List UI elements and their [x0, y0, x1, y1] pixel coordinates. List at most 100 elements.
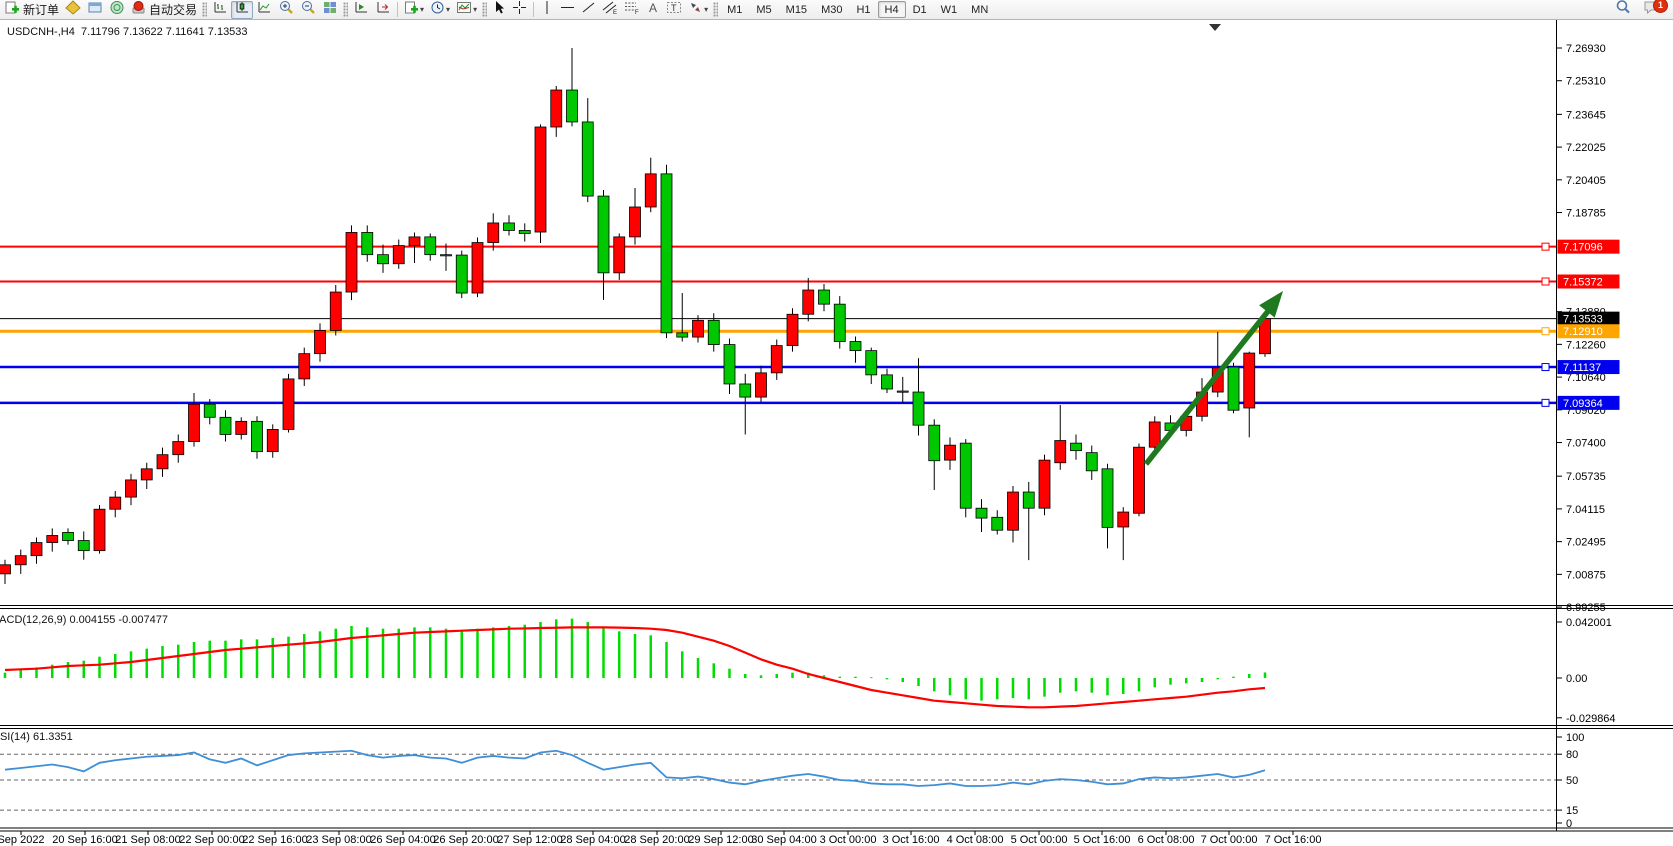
bullish-candle [315, 330, 326, 353]
line-handle[interactable] [1542, 364, 1549, 371]
bearish-candle [724, 345, 735, 384]
periods-button[interactable]: ▾ [427, 1, 453, 19]
line-handle[interactable] [1542, 278, 1549, 285]
bullish-candle [787, 314, 798, 345]
data-window-button[interactable] [84, 1, 106, 19]
date-axis: Sep 202220 Sep 16:0021 Sep 08:0022 Sep 0… [0, 831, 1321, 846]
macd-histogram-bar [1154, 678, 1157, 687]
bearish-candle [834, 304, 845, 341]
timeframe-button-h1[interactable]: H1 [849, 1, 877, 18]
timeframe-button-m30[interactable]: M30 [814, 1, 849, 18]
rsi-indicator-label: RSI(14) 61.3351 [0, 731, 73, 743]
market-watch-button[interactable] [62, 1, 84, 19]
auto-scroll-button[interactable] [350, 1, 372, 19]
timeframe-button-mn[interactable]: MN [964, 1, 995, 18]
navigator-button[interactable] [106, 1, 128, 19]
timeframe-button-w1[interactable]: W1 [934, 1, 965, 18]
svg-text:30 Sep 04:00: 30 Sep 04:00 [751, 834, 816, 846]
svg-text:7.05735: 7.05735 [1566, 471, 1606, 483]
bullish-candle [330, 292, 341, 330]
zoom-in-button[interactable] [275, 1, 297, 19]
templates-icon [404, 0, 419, 20]
bearish-candle [1228, 367, 1239, 410]
bullish-candle [630, 207, 641, 237]
line-handle[interactable] [1542, 243, 1549, 250]
bearish-candle [220, 417, 231, 434]
svg-text:15: 15 [1566, 805, 1578, 817]
macd-histogram-bar [902, 678, 905, 682]
svg-text:7.25310: 7.25310 [1566, 76, 1606, 88]
svg-text:29 Sep 12:00: 29 Sep 12:00 [688, 834, 753, 846]
timeframe-button-d1[interactable]: D1 [906, 1, 934, 18]
macd-histogram-bar [587, 622, 590, 678]
toolbar-grip [482, 2, 487, 17]
macd-histogram-bar [602, 627, 605, 678]
new-order-label: 新订单 [23, 1, 59, 18]
timeframe-button-m15[interactable]: M15 [779, 1, 814, 18]
trend-arrow-annotation[interactable] [1146, 291, 1283, 464]
macd-pane: 0.0420010.00-0.029864 [4, 617, 1616, 725]
line-handle[interactable] [1542, 328, 1549, 335]
zoom-out-icon [300, 0, 316, 20]
toolbar-grip [343, 2, 348, 17]
macd-histogram-bar [839, 677, 842, 678]
bearish-candle [677, 333, 688, 337]
horizontal-line-tool-button[interactable] [557, 1, 578, 19]
macd-indicator-label: MACD(12,26,9) 0.004155 -0.007477 [0, 614, 168, 626]
candlestick-chart-button[interactable] [231, 1, 253, 19]
autotrading-button[interactable]: 自动交易 [128, 1, 200, 19]
bearish-candle [661, 174, 672, 333]
notifications-button[interactable]: 1 [1640, 1, 1663, 19]
svg-text:7.07400: 7.07400 [1566, 438, 1606, 450]
bullish-candle [1055, 441, 1066, 463]
vertical-line-tool-button[interactable] [537, 1, 557, 19]
trendline-tool-button[interactable] [578, 1, 599, 19]
macd-histogram-bar [209, 641, 212, 678]
svg-text:7.02495: 7.02495 [1566, 537, 1606, 549]
macd-histogram-bar [83, 661, 86, 678]
timeframe-button-m1[interactable]: M1 [720, 1, 749, 18]
timeframe-button-m5[interactable]: M5 [749, 1, 778, 18]
search-button[interactable] [1612, 1, 1634, 19]
bearish-candle [378, 255, 389, 264]
svg-text:7.00875: 7.00875 [1566, 569, 1606, 581]
timeframe-button-h4[interactable]: H4 [878, 1, 906, 18]
line-chart-button[interactable] [253, 1, 275, 19]
crosshair-button[interactable] [509, 1, 530, 19]
macd-histogram-bar [524, 625, 527, 678]
chart-shift-button[interactable] [372, 1, 394, 19]
fibonacci-tool-button[interactable]: F [621, 1, 643, 19]
macd-histogram-bar [350, 626, 353, 678]
macd-histogram-bar [1028, 678, 1031, 699]
macd-histogram-bar [870, 677, 873, 678]
templates-button[interactable]: ▾ [401, 1, 427, 19]
tile-windows-button[interactable] [319, 1, 341, 19]
bullish-candle [945, 445, 956, 460]
data-window-icon [87, 0, 103, 20]
chart-area[interactable]: 7.269307.253107.236457.220257.204057.187… [0, 0, 1673, 846]
svg-text:80: 80 [1566, 749, 1578, 761]
text-tool-button[interactable]: A [643, 1, 663, 19]
macd-histogram-bar [335, 629, 338, 678]
bar-chart-button[interactable] [209, 1, 231, 19]
indicators-button[interactable]: ▾ [453, 1, 480, 19]
cursor-button[interactable] [489, 1, 509, 19]
zoom-out-button[interactable] [297, 1, 319, 19]
channel-tool-button[interactable]: E [599, 1, 621, 19]
bearish-candle [456, 255, 467, 293]
line-handle[interactable] [1542, 399, 1549, 406]
macd-histogram-bar [1059, 678, 1062, 693]
chart-shift-marker[interactable] [1209, 24, 1221, 31]
line-chart-icon [256, 0, 272, 20]
svg-text:6.99255: 6.99255 [1566, 602, 1606, 614]
shapes-button[interactable]: ▾ [685, 1, 711, 19]
label-tool-button[interactable]: T [663, 1, 685, 19]
svg-text:26 Sep 04:00: 26 Sep 04:00 [370, 834, 435, 846]
price-chart-canvas[interactable]: 7.269307.253107.236457.220257.204057.187… [0, 0, 1673, 846]
indicators-icon [456, 0, 472, 20]
svg-text:-0.029864: -0.029864 [1566, 713, 1616, 725]
bullish-candle [1039, 460, 1050, 508]
dropdown-caret-icon: ▾ [473, 5, 477, 14]
bullish-candle [409, 237, 420, 246]
new-order-button[interactable]: 新订单 [2, 1, 62, 19]
